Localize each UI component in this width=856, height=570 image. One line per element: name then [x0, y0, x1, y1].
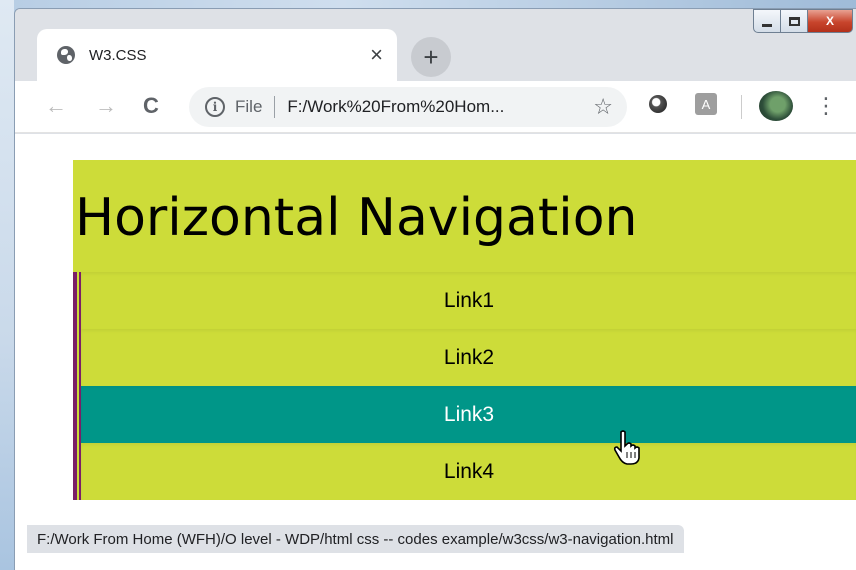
hand-cursor-icon — [613, 430, 640, 465]
page-content: Horizontal Navigation Link1 Link2 Link3 … — [15, 134, 856, 570]
address-separator — [274, 96, 276, 118]
desktop-background-left — [0, 0, 14, 570]
maximize-button[interactable] — [780, 9, 808, 33]
plus-icon: + — [423, 42, 439, 72]
close-icon: X — [825, 14, 834, 28]
minimize-button[interactable] — [753, 9, 781, 33]
extension-circle-icon[interactable] — [649, 95, 667, 113]
bookmark-star-icon[interactable]: ☆ — [593, 94, 613, 120]
url-text[interactable]: F:/Work%20From%20Hom... — [287, 97, 593, 117]
nav-link-label: Link2 — [443, 345, 495, 369]
nav-link-2[interactable]: Link2 — [73, 329, 856, 386]
window-controls: X — [753, 9, 853, 35]
maximize-icon — [788, 16, 800, 26]
nav-link-label: Link1 — [443, 288, 495, 312]
page-heading: Horizontal Navigation — [75, 188, 638, 248]
nav-link-label: Link4 — [443, 459, 495, 483]
nav-link-3[interactable]: Link3 — [73, 386, 856, 443]
info-icon[interactable]: i — [205, 97, 225, 117]
browser-window: X W3.CSS × + ← → C i File F:/Work%20From… — [14, 8, 856, 570]
globe-icon — [57, 46, 75, 64]
tab-close-button[interactable]: × — [370, 44, 383, 66]
new-tab-button[interactable]: + — [411, 37, 451, 77]
pdf-extension-icon[interactable]: A — [695, 93, 717, 115]
tab-title: W3.CSS — [89, 46, 147, 64]
nav-link-1[interactable]: Link1 — [73, 272, 856, 329]
browser-toolbar: ← → C i File F:/Work%20From%20Hom... ☆ A… — [15, 81, 856, 133]
back-button[interactable]: ← — [45, 93, 67, 119]
toolbar-separator — [741, 95, 742, 119]
status-url: F:/Work From Home (WFH)/O level - WDP/ht… — [37, 530, 674, 548]
nav-link-label: Link3 — [443, 402, 495, 426]
vertical-navigation: Link1 Link2 Link3 Link4 — [73, 272, 856, 500]
forward-button[interactable]: → — [95, 93, 117, 119]
minimize-icon — [762, 23, 772, 27]
profile-avatar[interactable] — [759, 91, 793, 121]
tab-w3css[interactable]: W3.CSS × — [37, 29, 397, 81]
lime-container: Horizontal Navigation Link1 Link2 Link3 … — [73, 160, 856, 500]
close-window-button[interactable]: X — [807, 9, 853, 33]
scheme-label: File — [235, 97, 263, 116]
title-bar: X W3.CSS × + — [15, 9, 856, 81]
status-bar: F:/Work From Home (WFH)/O level - WDP/ht… — [27, 525, 684, 553]
info-glyph: i — [212, 100, 218, 114]
pdf-glyph: A — [701, 96, 711, 112]
address-bar[interactable]: i File F:/Work%20From%20Hom... ☆ — [189, 87, 627, 127]
menu-kebab-icon[interactable]: ⋮ — [815, 91, 837, 121]
reload-button[interactable]: C — [143, 93, 159, 119]
nav-link-4[interactable]: Link4 — [73, 443, 856, 500]
